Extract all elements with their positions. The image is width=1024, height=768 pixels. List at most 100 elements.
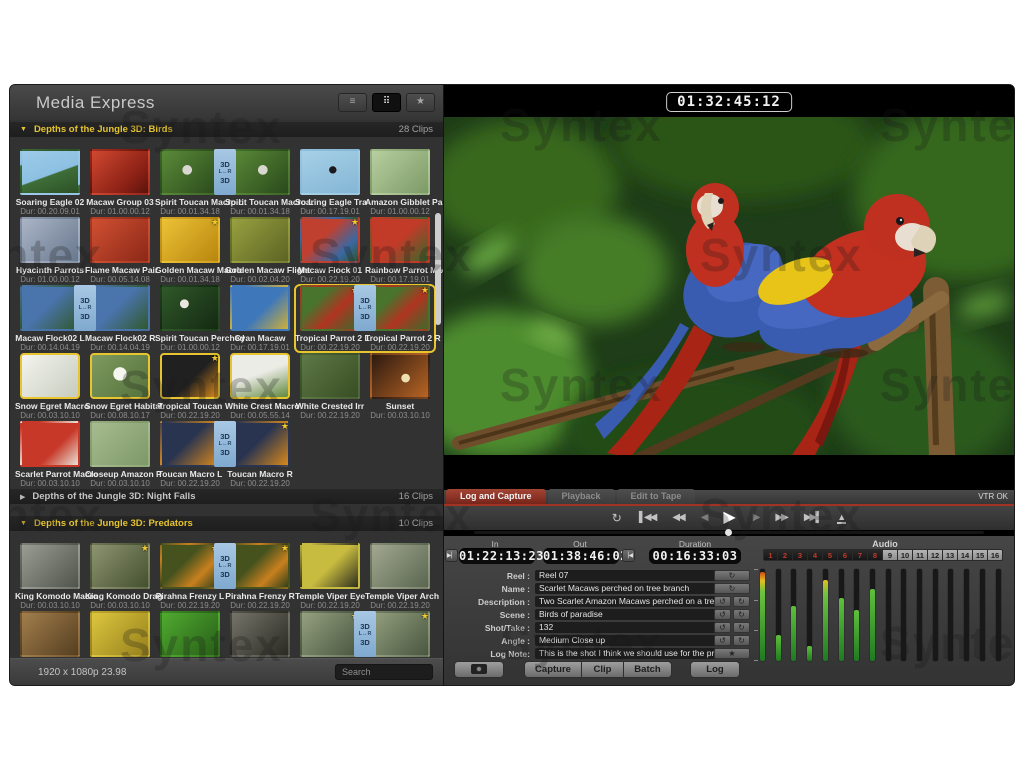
log-field-log-note[interactable]: This is the shot I think we should use f… (535, 648, 717, 659)
audio-channel-10[interactable]: 10 (898, 549, 913, 561)
clip-thumbnail[interactable]: ★ (300, 611, 360, 657)
tab-log-and-capture[interactable]: Log and Capture (446, 489, 546, 504)
clip-thumbnail[interactable] (370, 149, 430, 195)
log-field-description[interactable]: Two Scarlet Amazon Macaws perched on a t… (535, 596, 717, 607)
rewind-button[interactable]: ◀◀ (672, 513, 683, 523)
audio-channel-16[interactable]: 16 (988, 549, 1003, 561)
autoincrement-button[interactable]: ↻ (714, 583, 750, 594)
clip-thumbnail[interactable] (20, 285, 80, 331)
mark-out-button[interactable]: ▕◀ (622, 549, 635, 562)
autoincrement-button[interactable]: ↻ (714, 570, 750, 581)
audio-channel-7[interactable]: 7 (853, 549, 868, 561)
grab-frame-button[interactable] (454, 661, 504, 678)
audio-channel-8[interactable]: 8 (868, 549, 883, 561)
clip-thumbnail[interactable]: ★ (370, 285, 430, 331)
audio-channel-5[interactable]: 5 (823, 549, 838, 561)
section-header-depths-of-the-jungle-3d-night-falls[interactable]: ▶Depths of the Jungle 3D: Night Falls16 … (10, 489, 443, 504)
go-to-end-button[interactable]: ▶▶▌ (804, 513, 820, 523)
log-button[interactable]: Log (690, 661, 740, 678)
play-button[interactable]: ▶ (723, 510, 735, 526)
eject-button[interactable]: ▲ (837, 513, 846, 524)
section-header-depths-of-the-jungle-3d-predators[interactable]: ▼Depths of the Jungle 3D: Predators10 Cl… (10, 516, 443, 531)
log-field-name[interactable]: Scarlet Macaws perched on tree branch (535, 583, 717, 594)
step-forward-button[interactable]: ▶ (753, 513, 759, 523)
clip-thumbnail[interactable] (20, 611, 80, 657)
loop-button[interactable]: ↻ (612, 512, 622, 524)
autoincrement-button[interactable]: ↻ (733, 635, 750, 646)
clip-thumbnail[interactable] (370, 353, 430, 399)
autoincrement-button[interactable]: ↺ (714, 609, 731, 620)
audio-channel-13[interactable]: 13 (943, 549, 958, 561)
list-view-button[interactable]: ≡ (338, 93, 367, 112)
search-input[interactable] (335, 664, 433, 680)
clip-thumbnail[interactable] (90, 611, 150, 657)
clip-thumbnail[interactable] (230, 611, 290, 657)
clip-thumbnail[interactable]: ★ (300, 217, 360, 263)
clip-thumbnail[interactable] (20, 421, 80, 467)
clip-thumbnail[interactable] (160, 421, 220, 467)
capture-button[interactable]: Capture (524, 661, 582, 678)
audio-channel-12[interactable]: 12 (928, 549, 943, 561)
favorite-button[interactable]: ★ (714, 648, 750, 659)
audio-channel-11[interactable]: 11 (913, 549, 928, 561)
batch-button[interactable]: Batch (624, 661, 672, 678)
clip-thumbnail[interactable] (300, 353, 360, 399)
clip-thumbnail[interactable] (160, 285, 220, 331)
clip-thumbnail[interactable]: ★ (370, 611, 430, 657)
clip-thumbnail[interactable]: ★ (160, 217, 220, 263)
clip-thumbnail[interactable] (300, 149, 360, 195)
clip-thumbnail[interactable] (230, 285, 290, 331)
autoincrement-button[interactable]: ↺ (714, 635, 731, 646)
log-field-angle[interactable]: Medium Close up (535, 635, 717, 646)
clip-thumbnail[interactable] (90, 217, 150, 263)
log-field-shot-take[interactable]: 132 (535, 622, 717, 633)
clip-thumbnail[interactable] (230, 217, 290, 263)
clip-thumbnail[interactable] (230, 353, 290, 399)
autoincrement-button[interactable]: ↻ (733, 622, 750, 633)
grid-view-button[interactable]: ⠿ (372, 93, 401, 112)
tab-edit-to-tape[interactable]: Edit to Tape (617, 489, 696, 504)
go-to-start-button[interactable]: ▌◀◀ (639, 513, 655, 523)
duration-timecode-field[interactable]: 00:16:33:03 (649, 548, 741, 564)
clip-thumbnail[interactable] (300, 543, 360, 589)
autoincrement-button[interactable]: ↻ (733, 609, 750, 620)
audio-channel-15[interactable]: 15 (973, 549, 988, 561)
clip-thumbnail[interactable]: ★ (160, 543, 220, 589)
mark-in-button[interactable]: ▶▏ (445, 549, 458, 562)
clip-thumbnail[interactable] (20, 353, 80, 399)
clip-button[interactable]: Clip (582, 661, 624, 678)
clip-thumbnail[interactable] (160, 611, 220, 657)
autoincrement-button[interactable]: ↻ (733, 596, 750, 607)
fast-forward-button[interactable]: ▶▶ (775, 513, 786, 523)
clip-thumbnail[interactable] (370, 543, 430, 589)
log-field-reel[interactable]: Reel 07 (535, 570, 717, 581)
audio-channel-1[interactable]: 1 (763, 549, 778, 561)
clip-thumbnail[interactable]: ★ (230, 421, 290, 467)
step-back-button[interactable]: ◀ (701, 513, 707, 523)
browser-scrollbar-thumb[interactable] (435, 213, 441, 325)
audio-channel-9[interactable]: 9 (883, 549, 898, 561)
clip-thumbnail[interactable] (20, 543, 80, 589)
autoincrement-button[interactable]: ↺ (714, 596, 731, 607)
section-header-depths-of-the-jungle-3d-birds[interactable]: ▼Depths of the Jungle 3D: Birds28 Clips (10, 122, 443, 137)
autoincrement-button[interactable]: ↺ (714, 622, 731, 633)
audio-channel-14[interactable]: 14 (958, 549, 973, 561)
audio-channel-6[interactable]: 6 (838, 549, 853, 561)
clip-thumbnail[interactable]: ★ (230, 543, 290, 589)
clip-thumbnail[interactable] (90, 149, 150, 195)
clip-thumbnail[interactable]: ★ (300, 285, 360, 331)
clip-thumbnail[interactable] (370, 217, 430, 263)
audio-channel-2[interactable]: 2 (778, 549, 793, 561)
scrub-handle[interactable] (725, 529, 732, 536)
log-field-scene[interactable]: Birds of paradise (535, 609, 717, 620)
in-timecode-field[interactable]: 01:22:13:23 (459, 548, 535, 564)
clip-thumbnail[interactable] (20, 217, 80, 263)
clip-thumbnail[interactable] (90, 353, 150, 399)
favorites-view-button[interactable]: ★ (406, 93, 435, 112)
clip-thumbnail[interactable] (160, 149, 220, 195)
audio-channel-4[interactable]: 4 (808, 549, 823, 561)
audio-channel-3[interactable]: 3 (793, 549, 808, 561)
out-timecode-field[interactable]: 01:38:46:02 (543, 548, 619, 564)
clip-thumbnail[interactable]: ★ (160, 353, 220, 399)
clip-thumbnail[interactable] (230, 149, 290, 195)
